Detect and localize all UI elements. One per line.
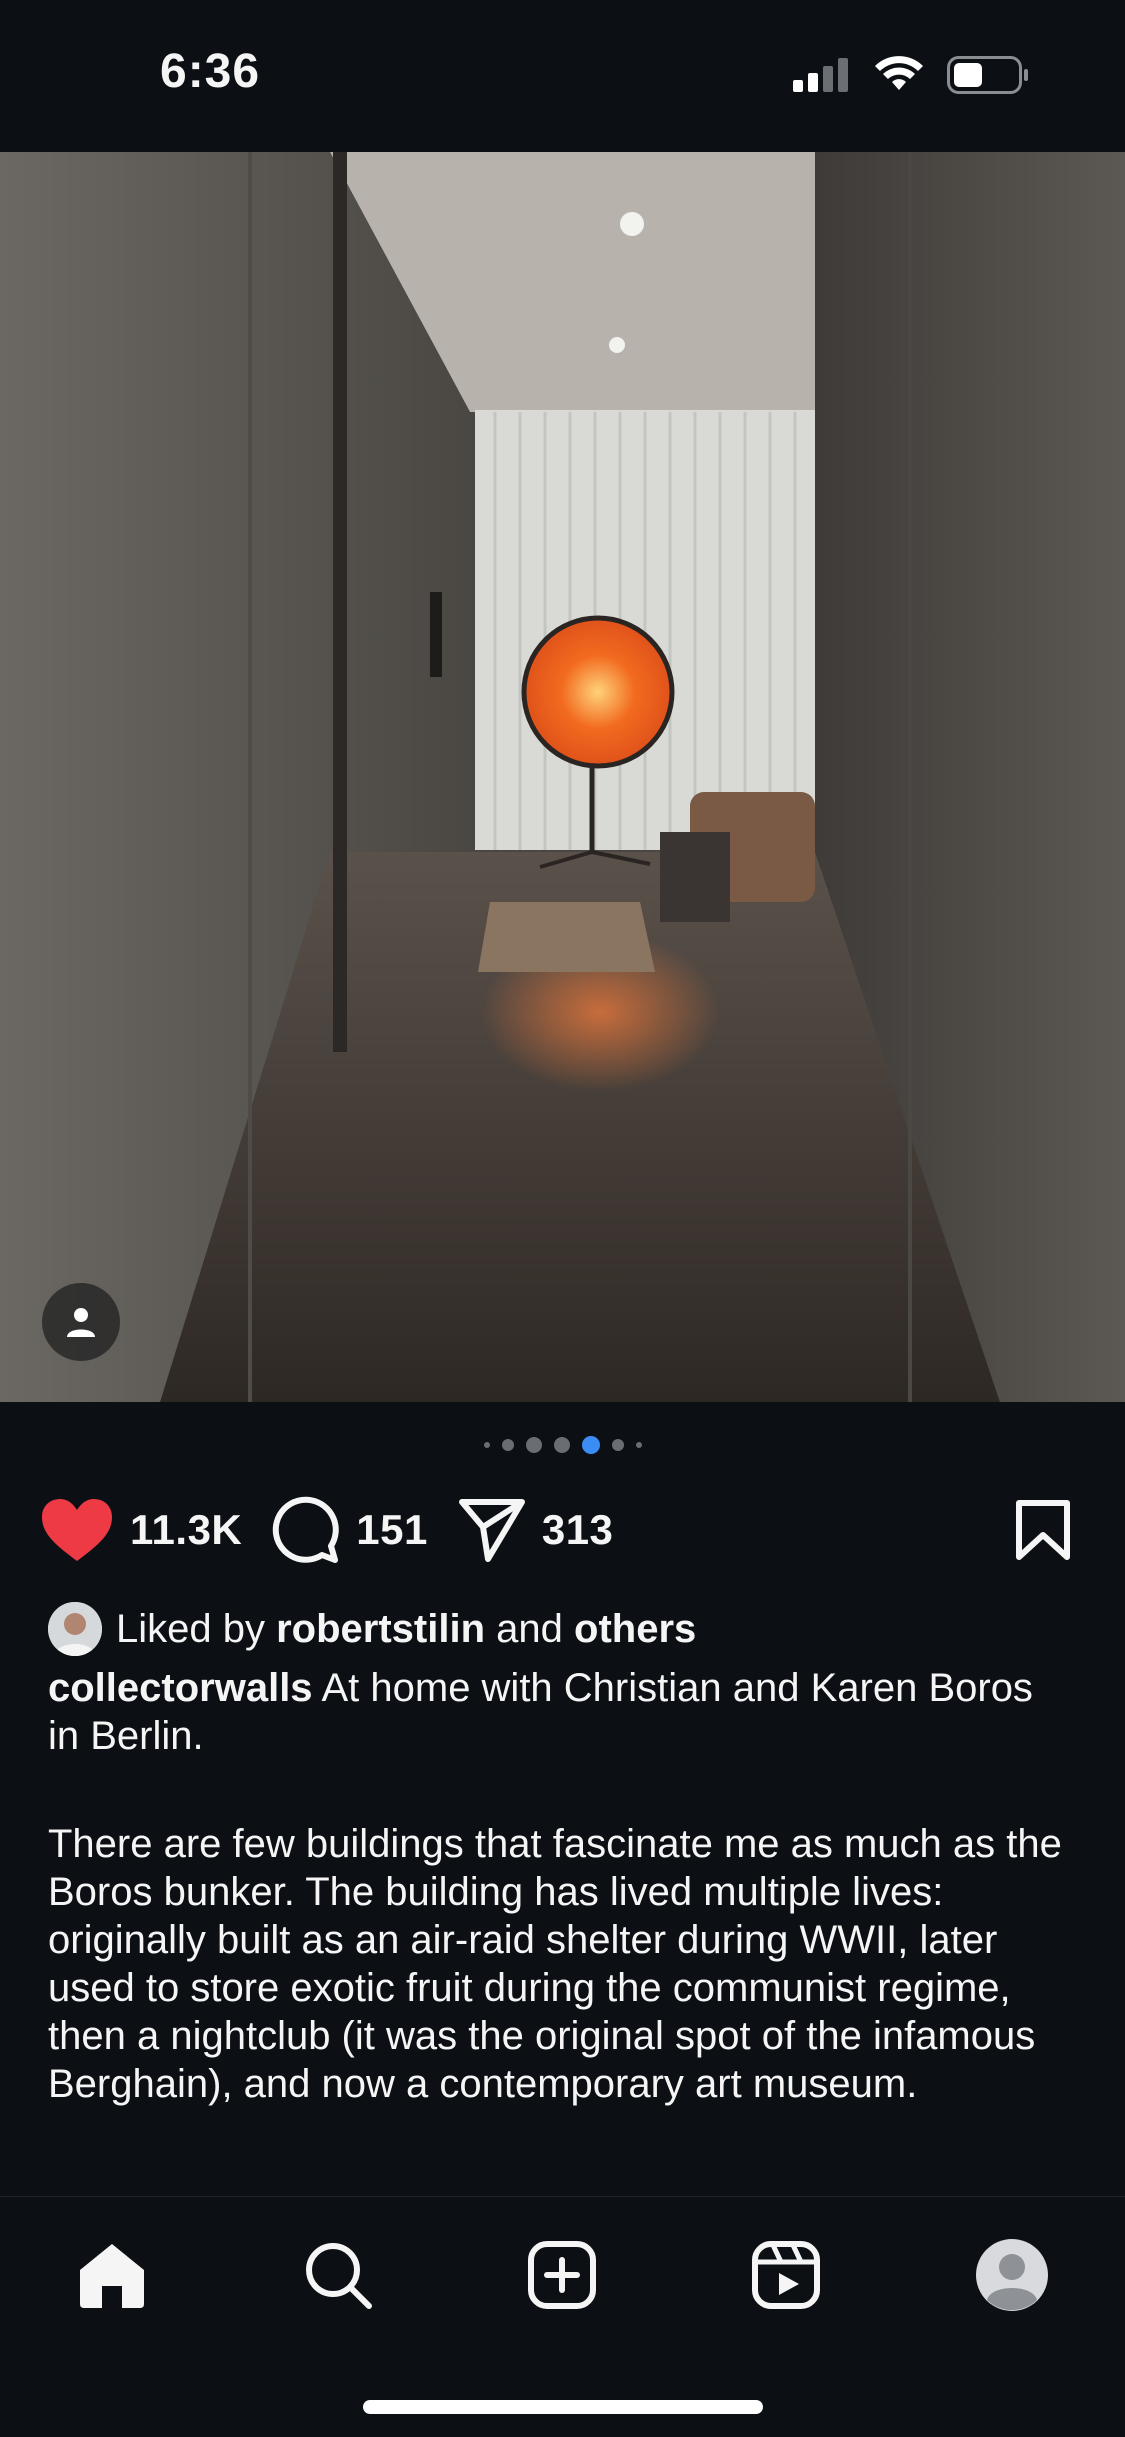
status-time: 6:36 <box>160 45 261 98</box>
hallway-photo <box>0 152 1125 1402</box>
liked-by-others[interactable]: others <box>574 1607 696 1652</box>
carousel-dot <box>635 1442 642 1448</box>
comments-count[interactable]: 151 <box>356 1506 428 1554</box>
bookmark-icon <box>1016 1500 1070 1560</box>
post-photo[interactable] <box>0 152 1125 1402</box>
post-caption: collectorwalls At home with Christian an… <box>48 1664 1068 2108</box>
liked-by-and: and <box>496 1606 563 1651</box>
wifi-icon <box>875 56 923 90</box>
carousel-dot <box>553 1437 570 1453</box>
nav-profile[interactable] <box>972 2235 1052 2315</box>
caption-first-line: collectorwalls At home with Christian an… <box>48 1664 1068 1760</box>
liker-avatar[interactable] <box>48 1602 102 1656</box>
home-icon <box>80 2244 144 2308</box>
save-button[interactable] <box>1015 1499 1071 1566</box>
home-indicator[interactable] <box>363 2400 763 2414</box>
carousel-dot <box>611 1439 624 1451</box>
tagged-people-button[interactable] <box>42 1283 120 1361</box>
profile-avatar-icon <box>976 2239 1048 2311</box>
nav-reels[interactable] <box>746 2235 826 2315</box>
nav-home[interactable] <box>72 2235 152 2315</box>
share-send-icon <box>458 1499 525 1562</box>
reels-icon <box>752 2241 820 2309</box>
carousel-indicator <box>0 1436 1125 1454</box>
caption-username[interactable]: collectorwalls <box>48 1666 313 1710</box>
post-actions: 11.3K 151 313 <box>40 1495 1085 1565</box>
liked-by-user[interactable]: robertstilin <box>276 1607 485 1652</box>
search-icon <box>306 2243 372 2309</box>
likes-count[interactable]: 11.3K <box>130 1506 242 1554</box>
carousel-dot <box>501 1439 514 1451</box>
battery-low-icon <box>947 56 1028 94</box>
shares-count[interactable]: 313 <box>542 1506 614 1554</box>
status-bar: 6:36 <box>0 0 1125 152</box>
heart-filled-icon <box>42 1499 112 1561</box>
carousel-dot <box>483 1442 490 1448</box>
cellular-signal-icon <box>793 58 848 92</box>
nav-create[interactable] <box>522 2235 602 2315</box>
add-post-icon <box>528 2241 596 2309</box>
liked-by-prefix: Liked by <box>116 1606 265 1651</box>
comment-action[interactable]: 151 <box>272 1496 428 1564</box>
share-action[interactable]: 313 <box>458 1497 614 1563</box>
carousel-dot <box>525 1437 542 1453</box>
liked-by-row[interactable]: Liked by robertstilin and others <box>48 1602 696 1656</box>
caption-body: There are few buildings that fascinate m… <box>48 1822 1062 2106</box>
liker-avatar-image <box>48 1602 102 1656</box>
status-icons <box>793 56 1029 94</box>
carousel-dot-active <box>581 1436 600 1454</box>
nav-search[interactable] <box>298 2235 378 2315</box>
like-action[interactable]: 11.3K <box>40 1497 242 1563</box>
person-icon <box>67 1308 95 1337</box>
comment-icon <box>273 1496 340 1563</box>
